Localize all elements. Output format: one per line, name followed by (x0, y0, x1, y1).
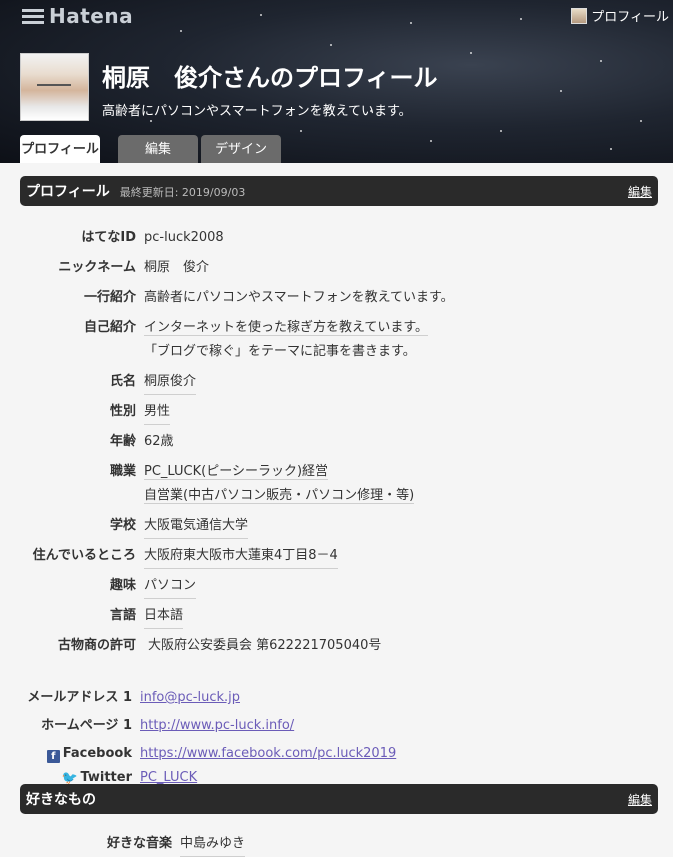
profile-row-residence: 住んでいるところ 大阪府東大阪市大蓮東4丁目8－4 (0, 544, 673, 569)
row-label: はてなID (81, 230, 136, 245)
user-menu-label: プロフィール (591, 10, 669, 25)
row-value[interactable]: 大阪府東大阪市大蓮東4丁目8－4 (144, 544, 338, 569)
row-value: pc-luck2008 (144, 230, 224, 245)
row-label: 古物商の許可 (57, 638, 136, 653)
email-link[interactable]: info@pc-luck.jp (140, 686, 240, 710)
self-intro-line-2: 「ブログで稼ぐ」をテーマに記事を書きます。 (144, 344, 416, 359)
profile-row-hobby: 趣味 パソコン (0, 574, 673, 599)
tab-design[interactable]: デザイン (201, 135, 281, 163)
mini-avatar-icon (571, 7, 588, 24)
row-value[interactable]: 男性 (144, 400, 171, 425)
page-subtitle: 高齢者にパソコンやスマートフォンを教えています。 (102, 104, 412, 119)
facebook-icon: f (46, 750, 60, 763)
row-value: PC_LUCK(ピーシーラック)経営 自営業(中古パソコン販売・パソコン修理・等… (144, 460, 415, 508)
contact-label: メールアドレス 1 (27, 690, 132, 705)
logo-text: Hatena (49, 4, 134, 28)
avatar (20, 53, 89, 121)
profile-row-hatena-id: はてなID pc-luck2008 (0, 226, 673, 250)
contact-row-facebook: f Facebook https://www.facebook.com/pc.lu… (0, 742, 673, 766)
contact-row-homepage: ホームページ 1 http://www.pc-luck.info/ (0, 714, 673, 738)
profile-row-school: 学校 大阪電気通信大学 (0, 514, 673, 539)
user-menu-link[interactable]: プロフィール (571, 6, 669, 25)
likes-section-header: 好きなもの 編集 (20, 784, 658, 814)
row-label: 好きな音楽 (106, 836, 172, 851)
profile-row-name: 氏名 桐原俊介 (0, 370, 673, 395)
row-value[interactable]: 桐原俊介 (144, 370, 197, 395)
profile-edit-link[interactable]: 編集 (628, 183, 652, 200)
profile-section-header: プロフィール 最終更新日: 2019/09/03 編集 (20, 176, 658, 206)
occupation-line-2[interactable]: 自営業(中古パソコン販売・パソコン修理・等) (144, 488, 415, 504)
row-label: 言語 (109, 608, 136, 623)
row-value: 62歳 (144, 434, 174, 449)
profile-header: Hatena プロフィール 桐原 俊介さんのプロフィール 高齢者にパソコンやスマ… (0, 0, 673, 163)
row-value: 大阪府公安委員会 第622221705040号 (148, 638, 382, 653)
row-label: 学校 (109, 518, 136, 533)
row-label: 年齢 (109, 434, 136, 449)
profile-row-gender: 性別 男性 (0, 400, 673, 425)
row-label: 一行紹介 (83, 290, 136, 305)
self-intro-line-1[interactable]: インターネットを使った稼ぎ方を教えています。 (144, 320, 429, 336)
row-value: 桐原 俊介 (144, 260, 210, 275)
row-value[interactable]: 中島みゆき (180, 832, 246, 857)
twitter-link[interactable]: PC_LUCK (140, 768, 197, 784)
page-title: 桐原 俊介さんのプロフィール (102, 64, 438, 92)
contact-label: 🐦 Twitter (0, 768, 140, 784)
facebook-label: Facebook (62, 746, 132, 761)
contact-row-twitter-clip: 🐦 Twitter PC_LUCK (0, 768, 673, 784)
row-value[interactable]: パソコン (144, 574, 197, 599)
row-value[interactable]: 大阪電気通信大学 (144, 514, 249, 539)
homepage-link[interactable]: http://www.pc-luck.info/ (140, 714, 294, 738)
row-value[interactable]: 日本語 (144, 604, 184, 629)
row-value: 高齢者にパソコンやスマートフォンを教えています。 (144, 290, 454, 305)
contact-row-twitter: 🐦 Twitter PC_LUCK (0, 768, 673, 784)
facebook-link[interactable]: https://www.facebook.com/pc.luck2019 (140, 742, 396, 766)
profile-row-nickname: ニックネーム 桐原 俊介 (0, 256, 673, 280)
last-updated: 最終更新日: 2019/09/03 (119, 186, 246, 199)
profile-row-language: 言語 日本語 (0, 604, 673, 629)
row-value: インターネットを使った稼ぎ方を教えています。 「ブログで稼ぐ」をテーマに記事を書… (144, 316, 429, 364)
profile-row-license: 古物商の許可 大阪府公安委員会 第622221705040号 (0, 634, 673, 658)
profile-row-self-intro: 自己紹介 インターネットを使った稼ぎ方を教えています。 「ブログで稼ぐ」をテーマ… (0, 316, 673, 364)
contact-label: ホームページ 1 (41, 718, 132, 733)
twitter-icon: 🐦 (61, 771, 78, 784)
hatena-logo-icon (22, 7, 44, 25)
tab-profile[interactable]: プロフィール (20, 135, 100, 163)
likes-edit-link[interactable]: 編集 (628, 791, 652, 808)
profile-row-age: 年齢 62歳 (0, 430, 673, 454)
contact-label: f Facebook (0, 742, 140, 766)
profile-row-occupation: 職業 PC_LUCK(ピーシーラック)経営 自営業(中古パソコン販売・パソコン修… (0, 460, 673, 508)
profile-row-one-line: 一行紹介 高齢者にパソコンやスマートフォンを教えています。 (0, 286, 673, 310)
section-title: 好きなもの (26, 792, 96, 808)
row-label: 趣味 (109, 578, 136, 593)
row-label: 氏名 (109, 374, 136, 389)
row-label: 住んでいるところ (32, 548, 136, 563)
row-label: 性別 (109, 404, 136, 419)
section-title: プロフィール (26, 184, 110, 200)
row-label: 自己紹介 (83, 320, 136, 335)
row-label: 職業 (109, 464, 136, 479)
hatena-logo[interactable]: Hatena (22, 4, 133, 28)
row-label: ニックネーム (58, 260, 136, 275)
tab-edit[interactable]: 編集 (118, 135, 198, 163)
contact-row-email: メールアドレス 1 info@pc-luck.jp (0, 686, 673, 710)
occupation-line-1[interactable]: PC_LUCK(ピーシーラック)経営 (144, 464, 329, 480)
twitter-label: Twitter (80, 770, 132, 784)
likes-row-music: 好きな音楽 中島みゆき (0, 832, 673, 857)
